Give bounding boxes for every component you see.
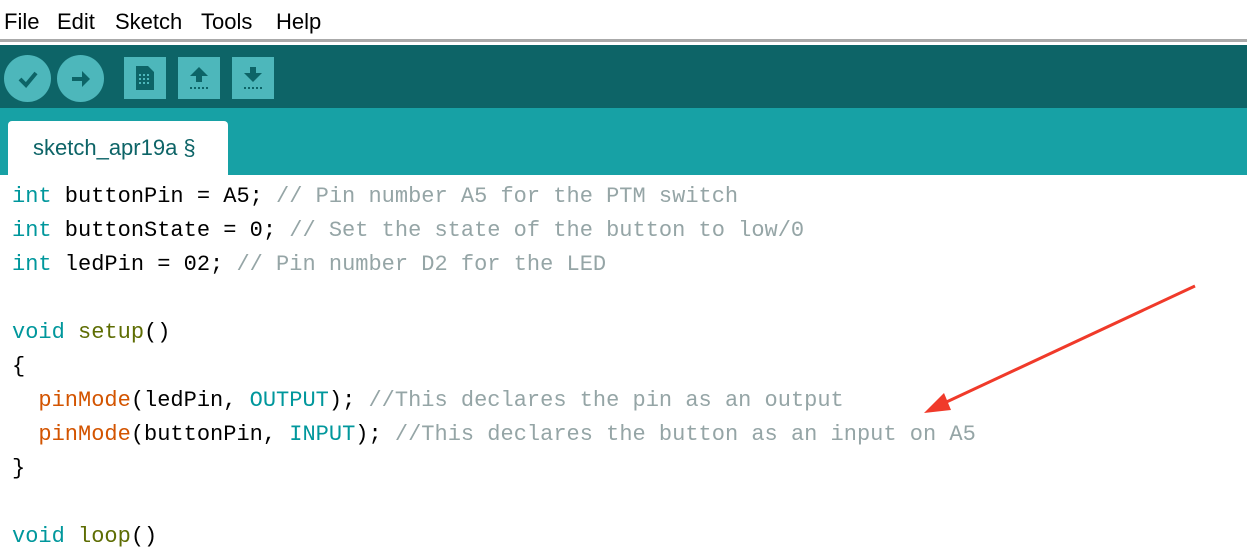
save-button[interactable] (232, 57, 274, 99)
code-line: void setup() (12, 316, 170, 350)
code-token: int (12, 184, 52, 209)
code-token: INPUT (289, 422, 356, 447)
code-line: void loop() (12, 520, 157, 554)
upload-arrow-icon (71, 70, 90, 87)
menu-edit[interactable]: Edit (57, 9, 95, 35)
code-token: setup (78, 320, 145, 345)
new-button[interactable] (124, 57, 166, 99)
code-token: pinMode (38, 422, 131, 447)
code-token: (ledPin, (130, 388, 250, 413)
code-line: int buttonState = 0; // Set the state of… (12, 214, 804, 248)
code-line: pinMode(buttonPin, INPUT); //This declar… (12, 418, 976, 452)
code-token: // Set the state of the button to low/0 (289, 218, 805, 243)
code-token: ); (355, 422, 395, 447)
code-token: //This declares the button as an input o… (394, 422, 976, 447)
code-line: int buttonPin = A5; // Pin number A5 for… (12, 180, 738, 214)
new-file-icon (136, 66, 154, 90)
code-token: int (12, 252, 52, 277)
code-token: loop (78, 524, 131, 549)
code-token: OUTPUT (249, 388, 329, 413)
code-token: void (12, 320, 65, 345)
code-token: void (12, 524, 65, 549)
tab-sketch[interactable]: sketch_apr19a § (8, 121, 228, 175)
tab-label: sketch_apr19a § (33, 135, 196, 160)
code-token: // Pin number A5 for the PTM switch (276, 184, 739, 209)
code-token: pinMode (38, 388, 131, 413)
code-token: buttonState = 0; (51, 218, 290, 243)
code-line: } (12, 452, 25, 486)
code-token: } (12, 456, 26, 481)
menu-help[interactable]: Help (276, 9, 321, 35)
toolbar (0, 45, 1247, 108)
upload-button[interactable] (57, 55, 104, 102)
code-token: () (144, 320, 171, 345)
code-line: { (12, 350, 25, 384)
menu-tools[interactable]: Tools (201, 9, 252, 35)
code-token: () (130, 524, 158, 549)
code-token: { (12, 354, 26, 379)
open-button[interactable] (178, 57, 220, 99)
tab-strip: sketch_apr19a § (0, 108, 1247, 175)
verify-icon (18, 71, 38, 88)
code-editor[interactable]: int buttonPin = A5; // Pin number A5 for… (0, 175, 1247, 549)
menu-sketch[interactable]: Sketch (115, 9, 182, 35)
code-token: int (12, 218, 52, 243)
code-token: ledPin = 02; (51, 252, 237, 277)
verify-button[interactable] (4, 55, 51, 102)
save-arrow-down-icon (244, 67, 262, 89)
open-arrow-up-icon (190, 67, 208, 89)
code-token: buttonPin = A5; (51, 184, 277, 209)
code-token: // Pin number D2 for the LED (236, 252, 607, 277)
code-line: int ledPin = 02; // Pin number D2 for th… (12, 248, 606, 282)
code-token: //This declares the pin as an output (368, 388, 844, 413)
menu-file[interactable]: File (4, 9, 39, 35)
code-token: ); (328, 388, 369, 413)
code-token: (buttonPin, (130, 422, 290, 447)
menu-bar: File Edit Sketch Tools Help (0, 0, 1247, 42)
code-line: pinMode(ledPin, OUTPUT); //This declares… (12, 384, 844, 418)
